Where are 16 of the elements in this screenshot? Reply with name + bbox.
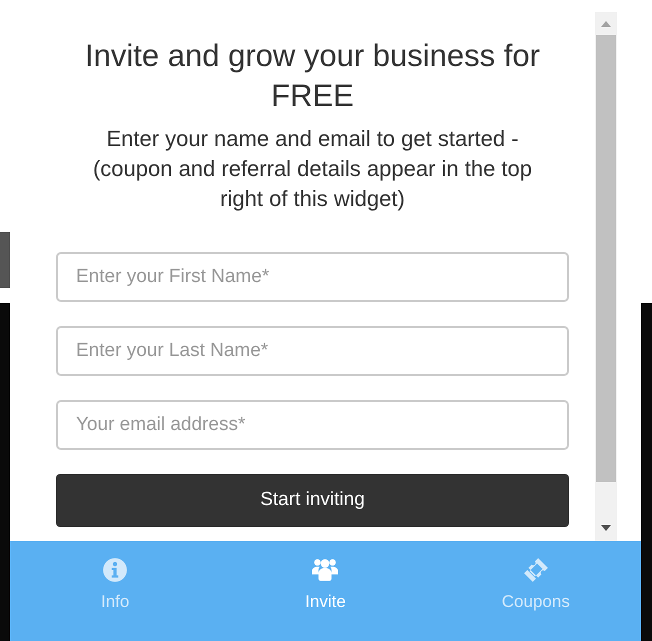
- heading: Invite and grow your business for FREE: [84, 37, 541, 115]
- scrollbar-thumb[interactable]: [596, 35, 616, 482]
- input-field[interactable]: Enter your First Name*: [56, 252, 569, 302]
- background-block: [0, 232, 10, 288]
- ticket-icon: [522, 557, 549, 583]
- tab[interactable]: Invite: [220, 541, 431, 641]
- scroll-up-icon[interactable]: [601, 21, 611, 27]
- start-button[interactable]: Start inviting: [56, 474, 569, 527]
- scroll-down-icon[interactable]: [601, 525, 611, 531]
- tab[interactable]: Info: [10, 541, 220, 641]
- subheading: Enter your name and email to get started - (coupon and referral details appear in the top right of this widget): [92, 125, 534, 213]
- tab[interactable]: Coupons: [430, 541, 641, 641]
- info-icon: [102, 557, 128, 583]
- input-field[interactable]: Enter your Last Name*: [56, 326, 569, 376]
- input-field[interactable]: Your email address*: [56, 400, 569, 450]
- people-icon: [312, 557, 338, 583]
